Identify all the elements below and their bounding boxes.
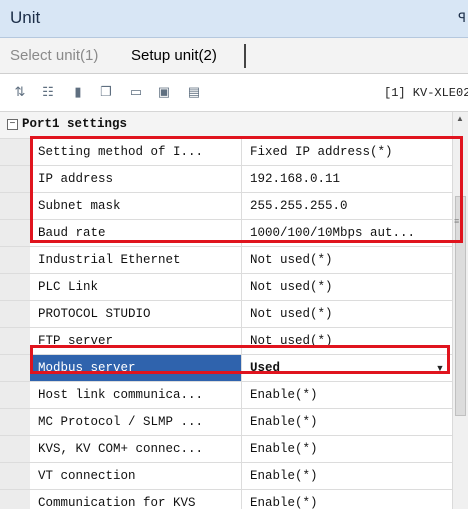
setting-name: Industrial Ethernet — [30, 247, 242, 273]
tab-select-unit[interactable]: Select unit(1) — [10, 47, 98, 64]
settings-grid: − Port1 settings Setting method of I... F… — [0, 112, 458, 509]
dropdown-arrow-icon[interactable]: ▼ — [434, 362, 446, 374]
collapse-icon[interactable]: − — [7, 119, 18, 130]
setting-value[interactable]: Not used(*) — [242, 301, 447, 327]
row-indent — [0, 463, 30, 489]
panel-title-bar: Unit ꟼ — [0, 0, 468, 38]
copy-icon[interactable]: ❐ — [98, 84, 114, 100]
monitor-icon[interactable]: ▣ — [156, 84, 172, 100]
tab-bar: Select unit(1) Setup unit(2) — [0, 38, 468, 74]
setting-name: Setting method of I... — [30, 139, 242, 165]
table-row[interactable]: IP address 192.168.0.11 — [0, 166, 458, 193]
setting-name: Baud rate — [30, 220, 242, 246]
table-row[interactable]: Setting method of I... Fixed IP address(*… — [0, 139, 458, 166]
view-icon[interactable]: ▭ — [128, 84, 144, 100]
row-indent — [0, 274, 30, 300]
table-row[interactable]: Host link communica... Enable(*) — [0, 382, 458, 409]
row-indent — [0, 139, 30, 165]
setting-name: Host link communica... — [30, 382, 242, 408]
setting-value[interactable]: Enable(*) — [242, 409, 447, 435]
setting-value[interactable]: Enable(*) — [242, 382, 447, 408]
row-indent — [0, 166, 30, 192]
pin-icon[interactable]: ꟼ — [458, 10, 466, 26]
setting-name: Modbus server — [30, 355, 242, 381]
row-indent — [0, 355, 30, 381]
setting-value[interactable]: Enable(*) — [242, 436, 447, 462]
row-indent — [0, 409, 30, 435]
panel-title: Unit — [10, 8, 41, 27]
unit-name-label: [1] KV-XLE02 — [384, 86, 468, 100]
setting-value[interactable]: Not used(*) — [242, 274, 447, 300]
group-row: − Port1 settings — [0, 112, 458, 139]
setting-value[interactable]: 192.168.0.11 — [242, 166, 447, 192]
table-row[interactable]: Modbus server Used ▼ — [0, 355, 458, 382]
setting-value[interactable]: Enable(*) — [242, 490, 447, 509]
table-row[interactable]: Subnet mask 255.255.255.0 — [0, 193, 458, 220]
row-indent — [0, 436, 30, 462]
table-row[interactable]: PLC Link Not used(*) — [0, 274, 458, 301]
table-row[interactable]: FTP server Not used(*) — [0, 328, 458, 355]
setting-value[interactable]: Not used(*) — [242, 328, 447, 354]
row-indent — [0, 301, 30, 327]
setting-name: FTP server — [30, 328, 242, 354]
tab-setup-unit[interactable]: Setup unit(2) — [131, 47, 217, 64]
row-indent — [0, 193, 30, 219]
scroll-thumb[interactable] — [455, 196, 466, 416]
setting-name: VT connection — [30, 463, 242, 489]
setting-name: PROTOCOL STUDIO — [30, 301, 242, 327]
row-indent — [0, 328, 30, 354]
row-indent — [0, 382, 30, 408]
table-row[interactable]: MC Protocol / SLMP ... Enable(*) — [0, 409, 458, 436]
setting-name: KVS, KV COM+ connec... — [30, 436, 242, 462]
setting-value[interactable]: 255.255.255.0 — [242, 193, 447, 219]
table-row[interactable]: Communication for KVS Enable(*) — [0, 490, 458, 509]
setting-value[interactable]: Not used(*) — [242, 247, 447, 273]
setting-name: IP address — [30, 166, 242, 192]
sort-icon[interactable]: ⇅ — [12, 84, 28, 100]
setting-value[interactable]: Used — [242, 355, 447, 381]
setting-name: Subnet mask — [30, 193, 242, 219]
setting-name: Communication for KVS — [30, 490, 242, 509]
setting-value[interactable]: Fixed IP address(*) — [242, 139, 447, 165]
table-row[interactable]: VT connection Enable(*) — [0, 463, 458, 490]
table-row[interactable]: KVS, KV COM+ connec... Enable(*) — [0, 436, 458, 463]
table-row[interactable]: Baud rate 1000/100/10Mbps aut... — [0, 220, 458, 247]
row-indent — [0, 247, 30, 273]
grip-icon: ≡ — [454, 216, 460, 226]
row-indent — [0, 220, 30, 246]
tab-divider — [244, 44, 246, 68]
setting-value[interactable]: 1000/100/10Mbps aut... — [242, 220, 447, 246]
export-icon[interactable]: ▤ — [186, 84, 202, 100]
scroll-up-icon[interactable]: ▲ — [456, 114, 464, 123]
setting-value[interactable]: Enable(*) — [242, 463, 447, 489]
vertical-scrollbar[interactable]: ▲ ≡ — [452, 112, 468, 509]
group-label: Port1 settings — [22, 117, 128, 131]
filter-icon[interactable]: ☷ — [40, 84, 56, 100]
toolbar: ⇅ ☷ ▮ ❐ ▭ ▣ ▤ [1] KV-XLE02 — [0, 74, 468, 112]
unit-icon[interactable]: ▮ — [70, 84, 86, 100]
row-indent — [0, 490, 30, 509]
table-row[interactable]: PROTOCOL STUDIO Not used(*) — [0, 301, 458, 328]
table-row[interactable]: Industrial Ethernet Not used(*) — [0, 247, 458, 274]
setting-name: MC Protocol / SLMP ... — [30, 409, 242, 435]
setting-name: PLC Link — [30, 274, 242, 300]
